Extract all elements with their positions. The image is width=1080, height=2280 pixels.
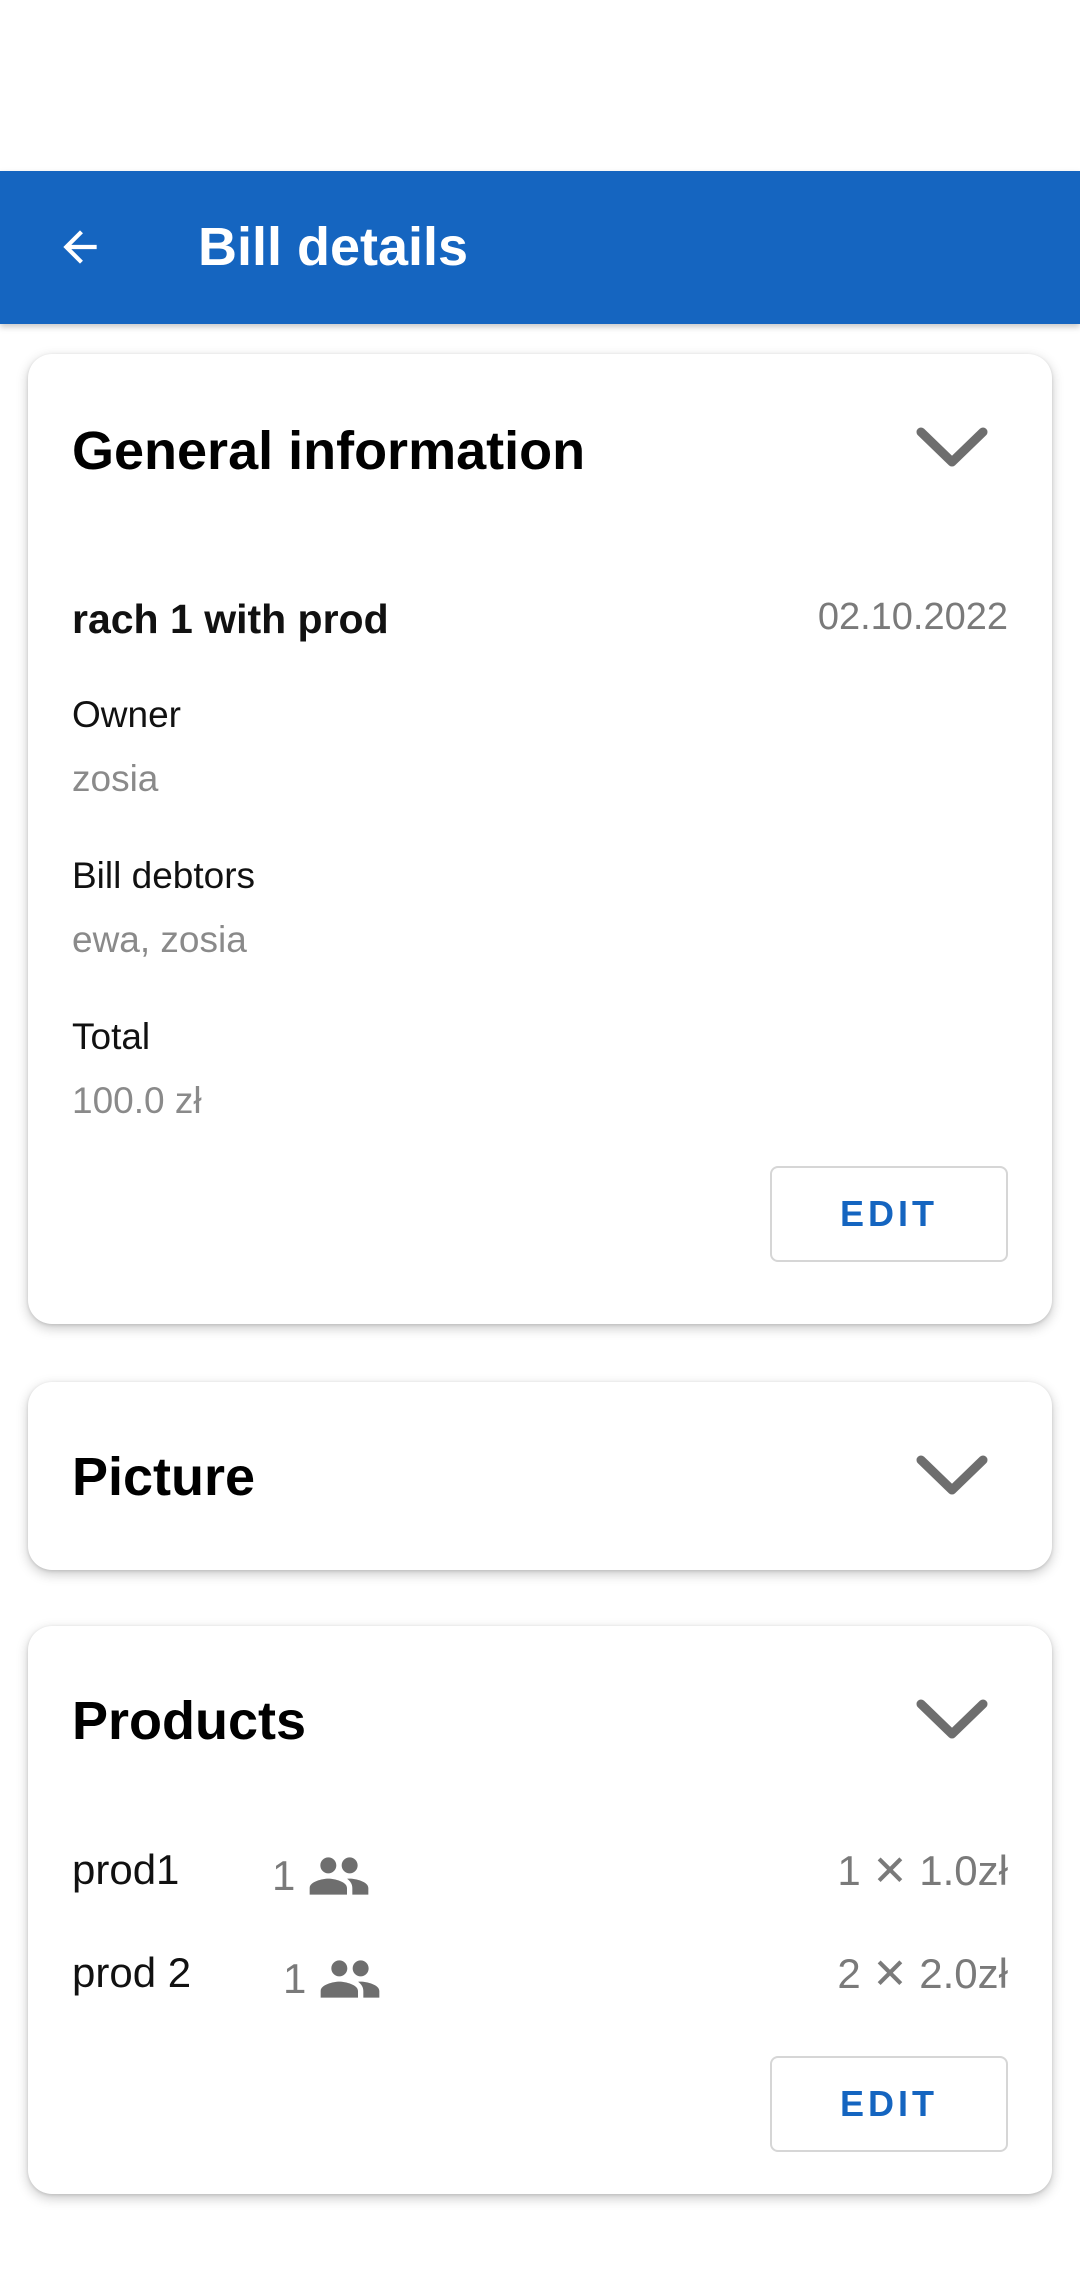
product-price: 2 ✕ 2.0zł [837, 1950, 1008, 1997]
people-count: 1 [283, 1955, 307, 2002]
product-people: 1 [272, 1844, 371, 1908]
product-row[interactable]: prod1 1 1 ✕ 1.0zł [72, 1838, 1008, 1908]
expand-picture-button[interactable] [912, 1448, 992, 1504]
expand-general-information-button[interactable] [912, 420, 992, 476]
page-title: Bill details [198, 217, 469, 277]
arrow-back-icon [63, 230, 97, 264]
product-name: prod1 [72, 1846, 180, 1893]
edit-general-information-button[interactable]: EDIT [770, 1166, 1008, 1262]
bill-debtors-value: ewa, zosia [72, 919, 247, 960]
people-count: 1 [272, 1852, 296, 1899]
general-information-card: General information rach 1 with prod 02.… [28, 354, 1052, 1324]
picture-title: Picture [72, 1447, 256, 1507]
product-name: prod 2 [72, 1949, 192, 1996]
products-title: Products [72, 1691, 307, 1751]
picture-card: Picture [28, 1382, 1052, 1570]
chevron-down-icon [916, 1699, 988, 1739]
owner-label: Owner [72, 694, 181, 735]
bill-debtors-label: Bill debtors [72, 855, 256, 896]
total-value: 100.0 zł [72, 1080, 202, 1121]
content-area: General information rach 1 with prod 02.… [0, 324, 1080, 2220]
bill-date: 02.10.2022 [817, 596, 1008, 638]
owner-value: zosia [72, 758, 159, 799]
group-icon [321, 1960, 380, 1998]
general-information-title: General information [72, 421, 586, 481]
status-bar [0, 0, 1080, 171]
product-row[interactable]: prod 2 1 2 ✕ 2.0zł [72, 1941, 1008, 2011]
product-price: 1 ✕ 1.0zł [837, 1847, 1008, 1894]
chevron-down-icon [916, 427, 988, 467]
app-bar: Bill details [0, 171, 1080, 324]
expand-products-button[interactable] [912, 1692, 992, 1748]
bill-name: rach 1 with prod [72, 596, 389, 642]
product-people: 1 [283, 1947, 382, 2011]
back-button[interactable] [36, 203, 124, 291]
products-card: Products prod1 1 1 ✕ 1.0zł prod 2 1 2 ✕ … [28, 1626, 1052, 2194]
bottom-strip [0, 2220, 1080, 2280]
group-icon [310, 1857, 369, 1895]
total-label: Total [72, 1016, 151, 1057]
edit-products-button[interactable]: EDIT [770, 2056, 1008, 2152]
chevron-down-icon [916, 1455, 988, 1495]
